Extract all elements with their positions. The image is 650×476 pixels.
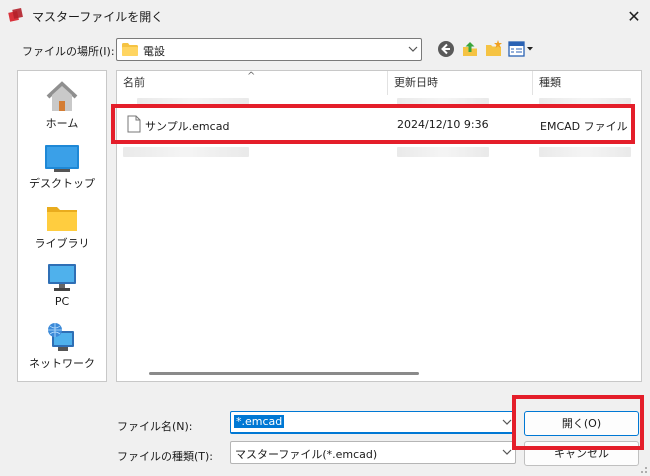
close-icon: ✕ xyxy=(627,6,641,26)
network-icon xyxy=(48,323,74,351)
sidebar-item-label: ホーム xyxy=(45,117,79,130)
blurred-row xyxy=(397,98,489,108)
blurred-row xyxy=(123,147,249,157)
scrollbar-thumb[interactable] xyxy=(149,372,419,375)
file-name-value[interactable]: *.emcad xyxy=(234,415,285,428)
chevron-down-icon[interactable] xyxy=(501,416,513,428)
chevron-down-icon[interactable] xyxy=(501,446,513,458)
pc-icon xyxy=(48,264,76,291)
home-icon xyxy=(46,81,78,111)
blurred-row xyxy=(539,98,631,108)
file-type-value: マスターファイル(*.emcad) xyxy=(235,448,378,461)
blurred-row xyxy=(137,98,249,108)
new-folder-icon[interactable] xyxy=(484,39,504,59)
cancel-button[interactable]: キャンセル xyxy=(524,441,639,466)
resize-grip-icon[interactable] xyxy=(636,462,648,474)
sidebar-item-pc[interactable]: PC xyxy=(18,255,106,313)
folder-icon xyxy=(122,43,138,56)
sidebar-item-library[interactable]: ライブラリ xyxy=(18,195,106,253)
file-type-label: ファイルの種類(T): xyxy=(117,450,214,463)
sort-ascending-icon: ^ xyxy=(247,71,256,82)
horizontal-scrollbar[interactable] xyxy=(117,367,641,381)
sidebar-item-home[interactable]: ホーム xyxy=(18,75,106,133)
sidebar-item-label: ライブラリ xyxy=(34,237,90,250)
location-label: ファイルの場所(I): xyxy=(22,45,115,58)
sidebar-item-label: デスクトップ xyxy=(29,177,95,190)
file-icon xyxy=(127,115,141,133)
sidebar-item-desktop[interactable]: デスクトップ xyxy=(18,135,106,193)
location-dropdown[interactable]: 電設 xyxy=(116,38,422,61)
desktop-icon xyxy=(45,145,79,172)
column-header-type[interactable]: 種類 xyxy=(533,71,641,95)
open-button[interactable]: 開く(O) xyxy=(524,411,639,436)
blurred-row xyxy=(539,147,631,157)
file-name-label: ファイル名(N): xyxy=(117,420,193,433)
sidebar-item-label: PC xyxy=(54,295,70,308)
sidebar-item-network[interactable]: ネットワーク xyxy=(18,315,106,373)
window-title: マスターファイルを開く xyxy=(32,10,164,24)
back-icon[interactable] xyxy=(436,39,456,59)
app-icon xyxy=(8,8,23,22)
places-sidebar: ホーム デスクトップ ライブラリ PC ネットワーク xyxy=(17,70,107,382)
file-name-cell: サンプル.emcad xyxy=(145,120,230,133)
file-name-input[interactable]: *.emcad xyxy=(230,411,516,434)
file-type-cell: EMCAD ファイル xyxy=(540,120,628,133)
list-header: 名前 ^ 更新日時 種類 xyxy=(117,71,641,95)
file-modified-cell: 2024/12/10 9:36 xyxy=(397,118,489,131)
column-header-modified[interactable]: 更新日時 xyxy=(388,71,532,95)
up-folder-icon[interactable] xyxy=(460,39,480,59)
blurred-row xyxy=(397,147,489,157)
location-value: 電設 xyxy=(143,45,165,58)
title-bar: マスターファイルを開く ✕ xyxy=(0,0,650,32)
sidebar-item-label: ネットワーク xyxy=(29,357,95,370)
file-type-select[interactable]: マスターファイル(*.emcad) xyxy=(230,441,516,464)
table-row[interactable]: サンプル.emcad 2024/12/10 9:36 EMCAD ファイル xyxy=(119,111,639,139)
chevron-down-icon[interactable] xyxy=(407,43,419,55)
library-icon xyxy=(47,207,77,231)
file-list[interactable]: 名前 ^ 更新日時 種類 サンプル.emcad 2024/12/10 9:36 … xyxy=(116,70,642,382)
close-button[interactable]: ✕ xyxy=(620,2,648,30)
view-menu-icon[interactable] xyxy=(508,39,534,59)
